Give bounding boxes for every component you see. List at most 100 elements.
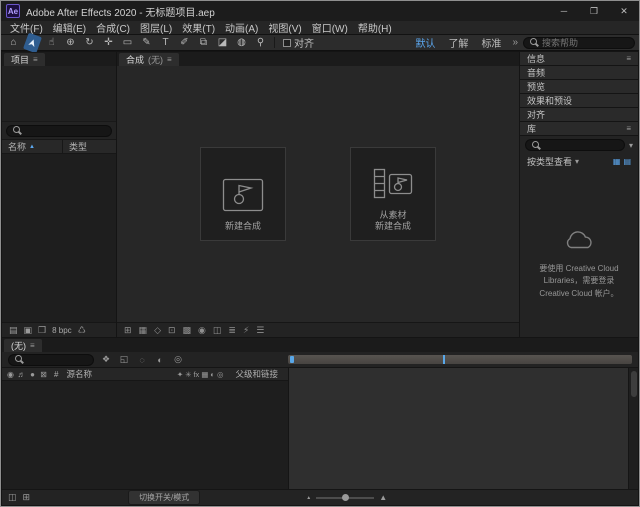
panel-header-effects-presets[interactable]: 效果和预设 [520,94,638,107]
help-search-input[interactable] [542,38,628,48]
expand-transfer-icon[interactable]: ⊞ [23,492,31,503]
library-search-input[interactable] [544,140,618,150]
collapse-icon[interactable]: ✳ [185,370,191,379]
time-navigator[interactable] [288,355,632,364]
adjustment-layer-icon[interactable]: ▦ [201,370,208,379]
panel-menu-icon[interactable]: ≡ [626,54,631,63]
project-search-input[interactable] [25,126,105,136]
close-button[interactable]: ✕ [609,1,639,21]
zoom-slider[interactable] [316,497,374,499]
workspace-overflow-button[interactable]: » [508,37,522,48]
workspace-learn[interactable]: 了解 [442,35,474,50]
current-time-indicator[interactable] [443,355,445,364]
snapping-checkbox[interactable] [283,39,291,47]
eraser-tool-button[interactable]: ◪ [214,36,231,50]
resolution-menu-icon[interactable]: ≣ [228,325,236,336]
new-composition-button[interactable]: 新建合成 [200,147,286,241]
panel-header-info[interactable]: 信息 ≡ [520,52,638,65]
project-items-list[interactable] [2,154,116,322]
zoom-slider-handle[interactable] [342,494,349,501]
type-tool-button[interactable]: T [157,36,174,50]
new-composition-icon[interactable]: ❒ [38,325,46,336]
camera-menu-icon[interactable]: ◉ [198,325,206,336]
library-dropdown-icon[interactable]: ▾ [629,141,633,150]
shy-icon[interactable]: ✦ [177,370,183,379]
menu-composition[interactable]: 合成(C) [91,20,135,35]
expand-in-out-icon[interactable]: ◫ [8,492,17,503]
menu-help[interactable]: 帮助(H) [353,20,397,35]
chevron-down-icon[interactable]: ▾ [575,157,579,166]
list-view-icon[interactable]: ▤ [623,157,631,166]
fast-preview-icon[interactable]: ⚡ [243,325,249,336]
vertical-scrollbar[interactable] [628,368,638,489]
snapping-toggle[interactable]: 对齐 [280,35,317,50]
menu-file[interactable]: 文件(F) [5,20,48,35]
hand-tool-button[interactable]: ☝ [43,36,60,50]
project-search-box[interactable] [6,125,112,137]
zoom-tool-button[interactable]: ⊕ [62,36,79,50]
tab-project[interactable]: 项目 ≡ [4,53,45,66]
lock-icon[interactable]: ⊠ [39,370,48,379]
timeline-track-area[interactable] [289,368,628,489]
frame-blend-icon[interactable]: ◐ [210,370,215,379]
panel-header-preview[interactable]: 预览 [520,80,638,93]
interpret-footage-icon[interactable]: ▤ [9,325,18,336]
menu-window[interactable]: 窗口(W) [307,20,353,35]
rectangle-tool-button[interactable]: ▭ [119,36,136,50]
grid-view-icon[interactable]: ▦ [613,157,621,166]
time-navigator-start-handle[interactable] [290,356,294,363]
view-layout-icon[interactable]: ◫ [213,325,222,336]
minimize-button[interactable]: ─ [549,1,579,21]
new-folder-icon[interactable]: ▣ [24,325,33,336]
timeline-layer-list[interactable] [2,381,288,489]
draft-3d-icon[interactable]: ◱ [118,354,130,365]
motion-blur-icon[interactable]: ◎ [172,354,184,365]
home-tool-button[interactable]: ⌂ [5,36,22,50]
library-search-box[interactable] [525,139,625,151]
zoom-out-icon[interactable]: ▲ [306,495,311,501]
panel-header-libraries[interactable]: 库 ≡ [520,122,638,135]
timeline-search-input[interactable] [27,355,87,365]
hide-shy-layers-icon[interactable]: ◌ [136,355,148,365]
magnification-menu-icon[interactable]: ⊞ [124,325,132,336]
toggle-switches-modes-button[interactable]: 切换开关/模式 [128,490,200,505]
column-header-name[interactable]: 名称 ▲ [2,140,62,153]
panel-header-audio[interactable]: 音频 [520,66,638,79]
panel-menu-icon[interactable]: ≡ [33,55,38,64]
menu-edit[interactable]: 编辑(E) [48,20,91,35]
orbit-camera-tool-button[interactable]: ↻ [81,36,98,50]
panel-menu-icon[interactable]: ≡ [626,124,631,133]
panel-menu-icon[interactable]: ≡ [30,341,35,350]
motion-blur-icon[interactable]: ◎ [217,370,224,379]
panel-menu-icon[interactable]: ≡ [167,55,172,64]
frame-blending-icon[interactable]: ◐ [154,355,166,365]
menu-view[interactable]: 视图(V) [263,20,306,35]
layer-number-column[interactable]: # [54,370,58,379]
workspace-standard[interactable]: 标准 [475,35,507,50]
mask-visibility-icon[interactable]: ◇ [154,325,161,336]
column-header-type[interactable]: 类型 [63,140,116,153]
help-search-box[interactable] [523,37,635,49]
timeline-search-box[interactable] [8,354,94,366]
workspace-default[interactable]: 默认 [409,35,441,50]
scrollbar-handle[interactable] [631,371,637,397]
pen-tool-button[interactable]: ✎ [138,36,155,50]
puppet-pin-tool-button[interactable]: ⚲ [252,36,269,50]
source-name-column[interactable]: 源名称 [66,368,92,380]
brush-tool-button[interactable]: ✐ [176,36,193,50]
view-by-label[interactable]: 按类型查看 [527,155,572,168]
tab-composition[interactable]: 合成 (无) ≡ [119,53,179,66]
eye-icon[interactable]: ◉ [6,370,15,379]
solo-icon[interactable]: ● [28,370,37,379]
grid-and-guides-icon[interactable]: ▦ [139,325,148,336]
composition-mini-flowchart-icon[interactable]: ❖ [100,354,112,365]
parent-link-column[interactable]: 父级和链接 [235,368,278,380]
transparency-grid-icon[interactable]: ▩ [183,325,192,336]
menu-animation[interactable]: 动画(A) [220,20,263,35]
zoom-in-icon[interactable]: ▲ [379,493,387,502]
new-composition-from-footage-button[interactable]: 从素材 新建合成 [350,147,436,241]
tab-timeline[interactable]: (无) ≡ [4,339,42,352]
region-of-interest-icon[interactable]: ⊡ [168,325,176,336]
menu-effect[interactable]: 效果(T) [177,20,220,35]
selection-tool-button[interactable]: ➤ [23,32,42,53]
